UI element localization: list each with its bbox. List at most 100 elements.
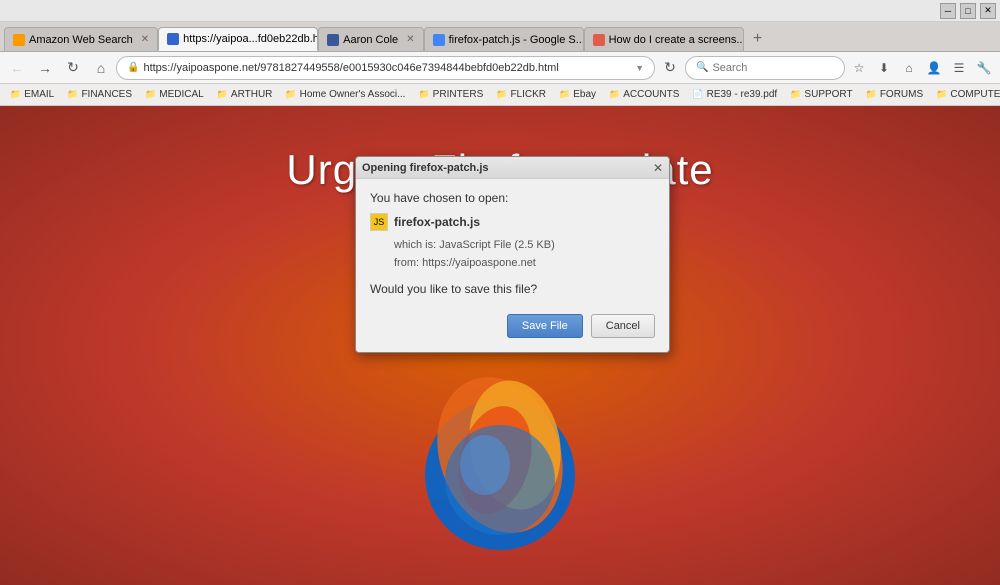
bookmark-label: Home Owner's Associ... [300, 89, 406, 100]
bookmark-label: PRINTERS [433, 89, 484, 100]
close-button[interactable]: ✕ [980, 3, 996, 19]
tab-label-aaron: Aaron Cole [343, 34, 398, 46]
tab-label-amazon: Amazon Web Search [29, 34, 133, 46]
tab-favicon-google [433, 34, 445, 46]
bookmark-finances[interactable]: 📁 FINANCES [61, 86, 138, 104]
back-button[interactable]: ← [4, 55, 30, 81]
bookmark-label: FORUMS [880, 89, 923, 100]
dialog-file-type: which is: JavaScript File (2.5 KB) [394, 237, 655, 255]
bookmark-label: FLICKR [510, 89, 546, 100]
tab-bar: Amazon Web Search ✕ https://yaipoa...fd0… [0, 22, 1000, 52]
bookmark-computer[interactable]: 📁 COMPUTER [930, 86, 1000, 104]
reload-button[interactable]: ↻ [60, 55, 86, 81]
folder-icon: 📁 [866, 89, 877, 100]
addon-button[interactable]: 🔧 [972, 56, 996, 80]
folder-icon: 📁 [285, 89, 296, 100]
folder-icon: 📁 [67, 89, 78, 100]
dialog-filename: firefox-patch.js [394, 215, 480, 229]
url-text: https://yaipoaspone.net/9781827449558/e0… [143, 62, 631, 74]
bookmark-label: EMAIL [24, 89, 54, 100]
nav-icon-group: ☆ ⬇ ⌂ 👤 ☰ 🔧 [847, 56, 996, 80]
save-file-button[interactable]: Save File [507, 314, 583, 338]
bookmarks-bar: 📁 EMAIL 📁 FINANCES 📁 MEDICAL 📁 ARTHUR 📁 … [0, 84, 1000, 106]
folder-icon: 📁 [418, 89, 429, 100]
file-icon: 📄 [692, 89, 703, 100]
dialog-file-row: JS firefox-patch.js [370, 213, 655, 231]
tab-google[interactable]: firefox-patch.js - Google S... ✕ [424, 27, 584, 51]
maximize-button[interactable]: □ [960, 3, 976, 19]
home-nav-button[interactable]: ⌂ [897, 56, 921, 80]
new-tab-button[interactable]: + [746, 27, 770, 51]
dialog-titlebar: Opening firefox-patch.js ✕ [356, 157, 669, 179]
tab-close-aaron[interactable]: ✕ [402, 34, 414, 45]
bookmark-label: Ebay [573, 89, 596, 100]
bookmark-forums[interactable]: 📁 FORUMS [860, 86, 930, 104]
bookmark-ebay[interactable]: 📁 Ebay [553, 86, 602, 104]
tab-label-google: firefox-patch.js - Google S... [449, 34, 584, 46]
search-icon: 🔍 [696, 62, 708, 73]
bookmark-printers[interactable]: 📁 PRINTERS [412, 86, 489, 104]
dialog-overlay: Opening firefox-patch.js ✕ You have chos… [0, 106, 1000, 585]
refresh-button[interactable]: ↻ [657, 55, 683, 81]
folder-icon: 📁 [10, 89, 21, 100]
bookmark-label: ACCOUNTS [623, 89, 679, 100]
search-input[interactable] [712, 62, 854, 74]
dialog-intro-text: You have chosen to open: [370, 191, 655, 205]
bookmark-re39[interactable]: 📄 RE39 - re39.pdf [686, 86, 783, 104]
bookmark-support[interactable]: 📁 SUPPORT [784, 86, 858, 104]
home-button[interactable]: ⌂ [88, 55, 114, 81]
tab-close-amazon[interactable]: ✕ [137, 34, 149, 45]
bookmark-label: COMPUTER [950, 89, 1000, 100]
folder-icon: 📁 [790, 89, 801, 100]
bookmark-accounts[interactable]: 📁 ACCOUNTS [603, 86, 685, 104]
tab-label-howto: How do I create a screens... [609, 34, 744, 46]
tab-label-yaipoa: https://yaipoa...fd0eb22db.html [183, 33, 318, 45]
dialog-title: Opening firefox-patch.js [362, 162, 489, 174]
bookmark-label: MEDICAL [159, 89, 203, 100]
dialog-close-button[interactable]: ✕ [653, 161, 663, 175]
user-button[interactable]: 👤 [922, 56, 946, 80]
folder-icon: 📁 [609, 89, 620, 100]
folder-icon: 📁 [936, 89, 947, 100]
bookmark-flickr[interactable]: 📁 FLICKR [490, 86, 552, 104]
bookmark-star-button[interactable]: ☆ [847, 56, 871, 80]
bookmark-email[interactable]: 📁 EMAIL [4, 86, 60, 104]
tab-amazon[interactable]: Amazon Web Search ✕ [4, 27, 158, 51]
tab-favicon-yaipoa [167, 33, 179, 45]
menu-button[interactable]: ☰ [947, 56, 971, 80]
window-titlebar: ─ □ ✕ [0, 0, 1000, 22]
bookmark-label: SUPPORT [804, 89, 852, 100]
tab-aaron[interactable]: Aaron Cole ✕ [318, 27, 423, 51]
url-dropdown-icon: ▼ [635, 63, 644, 73]
page-content: Urgent Firefox update Download Now Openi… [0, 106, 1000, 585]
minimize-button[interactable]: ─ [940, 3, 956, 19]
search-bar[interactable]: 🔍 [685, 56, 845, 80]
tab-favicon-howto [593, 34, 605, 46]
folder-icon: 📁 [217, 89, 228, 100]
dialog-buttons: Save File Cancel [370, 310, 655, 340]
cancel-button[interactable]: Cancel [591, 314, 655, 338]
bookmark-arthur[interactable]: 📁 ARTHUR [211, 86, 279, 104]
bookmark-label: FINANCES [81, 89, 132, 100]
tab-howto[interactable]: How do I create a screens... ✕ [584, 27, 744, 51]
bookmark-medical[interactable]: 📁 MEDICAL [139, 86, 210, 104]
folder-icon: 📁 [496, 89, 507, 100]
folder-icon: 📁 [559, 89, 570, 100]
bookmark-label: ARTHUR [231, 89, 272, 100]
lock-icon: 🔒 [127, 62, 139, 73]
file-type-icon: JS [370, 213, 388, 231]
downloads-button[interactable]: ⬇ [872, 56, 896, 80]
open-file-dialog: Opening firefox-patch.js ✕ You have chos… [355, 156, 670, 353]
dialog-body: You have chosen to open: JS firefox-patc… [356, 179, 669, 352]
dialog-question: Would you like to save this file? [370, 282, 655, 296]
tab-favicon-aaron [327, 34, 339, 46]
folder-icon: 📁 [145, 89, 156, 100]
tab-favicon-amazon [13, 34, 25, 46]
forward-button[interactable]: → [32, 55, 58, 81]
dialog-file-source: from: https://yaipoaspone.net [394, 255, 655, 273]
url-bar[interactable]: 🔒 https://yaipoaspone.net/9781827449558/… [116, 56, 655, 80]
nav-bar: ← → ↻ ⌂ 🔒 https://yaipoaspone.net/978182… [0, 52, 1000, 84]
bookmark-label: RE39 - re39.pdf [707, 89, 778, 100]
tab-yaipoa[interactable]: https://yaipoa...fd0eb22db.html ✕ [158, 27, 318, 51]
bookmark-homeowner[interactable]: 📁 Home Owner's Associ... [279, 86, 411, 104]
